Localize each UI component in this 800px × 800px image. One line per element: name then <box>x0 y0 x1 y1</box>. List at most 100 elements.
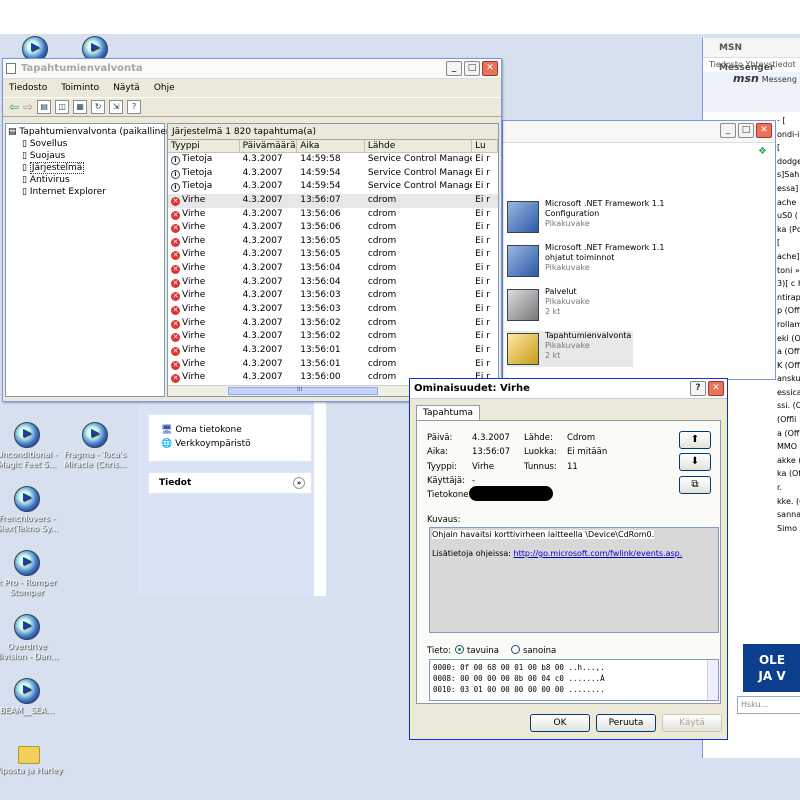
tree-label: Järjestelmä <box>29 162 85 174</box>
label-category: Luokka: <box>524 447 557 457</box>
export-icon[interactable]: ⇲ <box>109 100 124 114</box>
more-info-link[interactable]: http://go.microsoft.com/fwlink/events.as… <box>514 549 683 558</box>
previous-event-button[interactable]: ⬆ <box>679 431 711 449</box>
table-row[interactable]: ✕ Virhe 4.3.2007 13:56:06 cdrom Ei r <box>168 221 498 235</box>
msn-menu[interactable]: Tiedosto Yhteystiedot <box>703 58 800 72</box>
table-row[interactable]: ✕ Virhe 4.3.2007 13:56:04 cdrom Ei r <box>168 262 498 276</box>
cell-type: ✕ Virhe <box>168 248 240 262</box>
desktop-icon[interactable]: k Pro - Romper Stomper <box>0 550 62 598</box>
maximize-button[interactable]: □ <box>464 61 480 76</box>
tree-item-application[interactable]: ▯ Sovellus <box>8 138 162 150</box>
cell-type-text: Tietoja <box>182 181 213 192</box>
tree-item-security[interactable]: ▯ Suojaus <box>8 150 162 162</box>
table-row[interactable]: ✕ Virhe 4.3.2007 13:56:03 cdrom Ei r <box>168 303 498 317</box>
table-row[interactable]: ✕ Virhe 4.3.2007 13:56:02 cdrom Ei r <box>168 330 498 344</box>
cell-type-text: Virhe <box>182 222 206 233</box>
file-item[interactable]: Microsoft .NET Framework 1.1 Configuratio… <box>507 199 677 235</box>
col-category[interactable]: Lu <box>472 140 498 152</box>
cell-time: 13:56:00 <box>300 372 341 383</box>
desktop-icon[interactable]: Piposta ja Harley <box>0 742 64 776</box>
scroll-thumb[interactable]: III <box>228 386 378 395</box>
table-row[interactable]: ✕ Virhe 4.3.2007 13:56:03 cdrom Ei r <box>168 289 498 303</box>
menu-action[interactable]: Toiminto <box>61 83 99 93</box>
menu-view[interactable]: Näytä <box>113 83 140 93</box>
menu-help[interactable]: Ohje <box>154 83 175 93</box>
hex-scrollbar[interactable] <box>707 660 718 700</box>
file-item[interactable]: Microsoft .NET Framework 1.1 ohjatut toim… <box>507 243 677 279</box>
tree-root[interactable]: ▤ Tapahtumienvalvonta (paikallinen) <box>8 126 175 138</box>
cell-type: ✕ Virhe <box>168 289 240 303</box>
details-card[interactable]: Tiedot » <box>148 472 312 494</box>
desktop-icon[interactable]: Overdrive division - Dan... <box>0 614 62 662</box>
cell-date: 4.3.2007 <box>242 290 283 301</box>
back-arrow-icon[interactable]: ⇦ <box>9 100 19 114</box>
tree-item-system[interactable]: ▯ Järjestelmä <box>8 162 162 174</box>
cancel-button[interactable]: Peruuta <box>596 714 656 732</box>
table-row[interactable]: i Tietoja 4.3.2007 14:59:58 Service Control … <box>168 153 498 167</box>
close-button[interactable]: ✕ <box>756 123 772 138</box>
table-row[interactable]: ✕ Virhe 4.3.2007 13:56:04 cdrom Ei r <box>168 276 498 290</box>
cell-source: cdrom <box>367 290 397 301</box>
close-button[interactable]: ✕ <box>482 61 498 76</box>
col-time[interactable]: Aika <box>297 140 365 152</box>
help-icon[interactable]: ? <box>127 100 142 114</box>
radio-words[interactable]: sanoina <box>511 645 556 656</box>
table-row[interactable]: ✕ Virhe 4.3.2007 13:56:01 cdrom Ei r <box>168 358 498 372</box>
maximize-button[interactable]: □ <box>738 123 754 138</box>
tree-label: Internet Explorer <box>29 187 106 197</box>
table-row[interactable]: ✕ Virhe 4.3.2007 13:56:05 cdrom Ei r <box>168 235 498 249</box>
tab-event[interactable]: Tapahtuma <box>416 405 480 421</box>
minimize-button[interactable]: _ <box>720 123 736 138</box>
tree-label: Suojaus <box>29 151 66 161</box>
table-row[interactable]: ✕ Virhe 4.3.2007 13:56:02 cdrom Ei r <box>168 317 498 331</box>
file-item[interactable]: Palvelut Pikakuvake 2 kt <box>507 287 677 323</box>
tree-label: Tapahtumienvalvonta (paikallinen) <box>19 127 176 137</box>
next-event-button[interactable]: ⬇ <box>679 453 711 471</box>
description-box[interactable]: Ohjain havaitsi korttivirheen laitteella… <box>429 527 719 633</box>
table-row[interactable]: ✕ Virhe 4.3.2007 13:56:01 cdrom Ei r <box>168 344 498 358</box>
show-tree-icon[interactable]: ◫ <box>55 100 70 114</box>
link-my-computer[interactable]: 🖥 Oma tietokone <box>161 423 299 437</box>
msn-ad-banner[interactable]: OLE JA V <box>743 644 800 692</box>
table-row[interactable]: ✕ Virhe 4.3.2007 13:56:06 cdrom Ei r <box>168 208 498 222</box>
col-source[interactable]: Lähde <box>365 140 473 152</box>
cell-date: 4.3.2007 <box>242 249 283 260</box>
copy-button[interactable]: ⧉ <box>679 476 711 494</box>
desktop-icon[interactable]: Frenchlovers - Slex(Tekno Sy... <box>0 486 62 534</box>
col-date[interactable]: Päivämäärä <box>240 140 298 152</box>
chevron-down-icon[interactable]: » <box>293 477 305 489</box>
table-row[interactable]: ✕ Virhe 4.3.2007 13:56:05 cdrom Ei r <box>168 248 498 262</box>
cell-type-text: Virhe <box>182 331 206 342</box>
file-name: Microsoft .NET Framework 1.1 <box>545 243 665 252</box>
link-network[interactable]: 🌐 Verkkoympäristö <box>161 437 299 451</box>
error-icon: ✕ <box>171 210 180 220</box>
refresh-icon[interactable]: ↻ <box>91 100 106 114</box>
table-row[interactable]: ✕ Virhe 4.3.2007 13:56:07 cdrom Ei r <box>168 193 498 208</box>
cell-type-text: Virhe <box>182 344 206 355</box>
msn-search-input[interactable]: Hsku... <box>737 696 800 714</box>
table-row[interactable]: i Tietoja 4.3.2007 14:59:54 Service Control … <box>168 167 498 181</box>
label-data: Tieto: <box>427 646 451 656</box>
cell-source: cdrom <box>367 358 397 369</box>
cell-time: 13:56:07 <box>300 194 341 205</box>
tree-item-antivirus[interactable]: ▯ Antivirus <box>8 174 162 186</box>
tree-item-internet-explorer[interactable]: ▯ Internet Explorer <box>8 186 162 198</box>
file-item[interactable]: Tapahtumienvalvonta Pikakuvake 2 kt <box>507 331 633 367</box>
cell-type: ✕ Virhe <box>168 221 240 235</box>
close-button[interactable]: ✕ <box>708 381 724 396</box>
help-button[interactable]: ? <box>690 381 706 396</box>
desktop-icon[interactable]: Fragma - Toca's Miracle (Chris... <box>60 422 130 470</box>
table-row[interactable]: i Tietoja 4.3.2007 14:59:54 Service Control … <box>168 180 498 194</box>
up-level-icon[interactable]: ▤ <box>37 100 52 114</box>
properties-icon[interactable]: ▦ <box>73 100 88 114</box>
minimize-button[interactable]: _ <box>446 61 462 76</box>
col-type[interactable]: Tyyppi <box>168 140 240 152</box>
menu-file[interactable]: Tiedosto <box>9 83 47 93</box>
hex-data-box[interactable]: 0000: 0f 00 68 00 01 00 b8 00 ..h...,. 0… <box>429 659 719 701</box>
radio-bytes[interactable]: tavuina <box>455 645 499 656</box>
ok-button[interactable]: OK <box>530 714 590 732</box>
forward-arrow-icon[interactable]: ⇨ <box>23 100 33 114</box>
desktop-icon[interactable]: Unconditional - Magic Feet S... <box>0 422 62 470</box>
desktop-icon[interactable]: BEAM__SEA... <box>0 678 62 716</box>
msn-brand-suffix: Messeng <box>761 75 797 84</box>
